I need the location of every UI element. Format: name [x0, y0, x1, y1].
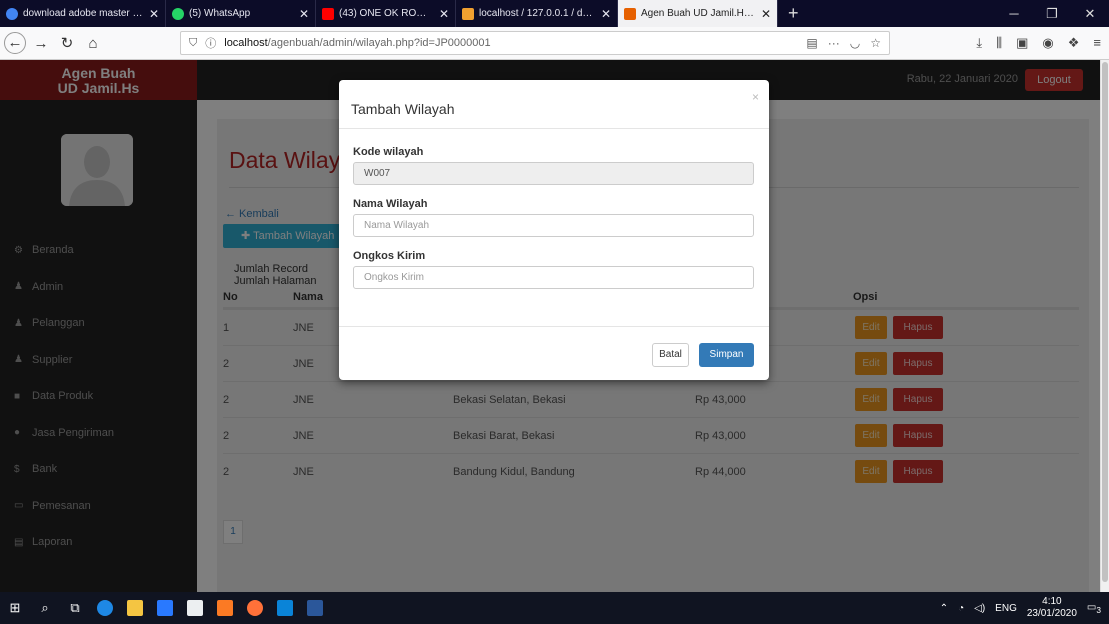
- modal-title: Tambah Wilayah: [351, 101, 455, 117]
- page-actions-icon[interactable]: ···: [828, 36, 840, 50]
- google-icon: [6, 7, 18, 20]
- nama-wilayah-input[interactable]: Nama Wilayah: [353, 214, 754, 237]
- close-tab-icon[interactable]: ✕: [601, 7, 611, 21]
- language-indicator[interactable]: ENG: [995, 603, 1017, 614]
- task-view-icon[interactable]: ⧉: [60, 592, 90, 624]
- store-icon[interactable]: [150, 592, 180, 624]
- browser-tab[interactable]: (5) WhatsApp ✕: [166, 0, 316, 27]
- menu-icon[interactable]: ≡: [1093, 35, 1101, 51]
- ongkos-kirim-label: Ongkos Kirim: [353, 250, 426, 262]
- account-icon[interactable]: ◉: [1042, 35, 1053, 51]
- search-icon[interactable]: ⌕: [30, 592, 60, 624]
- page-favicon-icon: [624, 7, 636, 20]
- reader-view-icon[interactable]: ▤: [806, 36, 817, 50]
- tray-chevron-icon[interactable]: ⌃: [940, 603, 948, 614]
- library-icon[interactable]: ⫼: [996, 35, 1002, 51]
- browser-tab[interactable]: localhost / 127.0.0.1 / db_agen ✕: [456, 0, 618, 27]
- youtube-icon: [322, 7, 334, 20]
- word-icon[interactable]: [300, 592, 330, 624]
- browser-tab[interactable]: download adobe master cs 3 f ✕: [0, 0, 166, 27]
- ongkos-kirim-input[interactable]: Ongkos Kirim: [353, 266, 754, 289]
- modal-header: Tambah Wilayah ×: [339, 80, 769, 129]
- close-tab-icon[interactable]: ✕: [149, 7, 159, 21]
- new-tab-button[interactable]: +: [778, 0, 809, 27]
- home-icon[interactable]: ⌂: [82, 35, 104, 52]
- browser-tab-bar: download adobe master cs 3 f ✕ (5) Whats…: [0, 0, 1109, 27]
- pocket-icon[interactable]: ◡: [850, 36, 860, 50]
- download-icon[interactable]: ⤓: [976, 35, 982, 51]
- windows-start-icon[interactable]: ⊞: [0, 592, 30, 624]
- clock[interactable]: 4:10 23/01/2020: [1027, 596, 1077, 620]
- whatsapp-icon: [172, 7, 184, 20]
- kode-wilayah-label: Kode wilayah: [353, 146, 424, 158]
- mail-icon[interactable]: [180, 592, 210, 624]
- extension-icon[interactable]: ❖: [1068, 35, 1080, 51]
- close-tab-icon[interactable]: ✕: [299, 7, 309, 21]
- browser-tab-active[interactable]: Agen Buah UD Jamil.Hs - Adm ✕: [618, 0, 778, 27]
- modal-footer: Batal Simpan: [339, 326, 769, 380]
- volume-icon[interactable]: ◁): [974, 603, 985, 614]
- sidebar-toggle-icon[interactable]: ▣: [1016, 35, 1028, 51]
- notification-icon[interactable]: ▭3: [1087, 602, 1101, 615]
- browser-nav-bar: ← → ↻ ⌂ ⛉ ⓘ localhost/agenbuah/admin/wil…: [0, 27, 1109, 60]
- url-text: localhost/agenbuah/admin/wilayah.php?id=…: [224, 37, 491, 49]
- cancel-button[interactable]: Batal: [652, 343, 689, 367]
- file-explorer-icon[interactable]: [120, 592, 150, 624]
- close-window-icon[interactable]: ✕: [1071, 0, 1109, 27]
- close-icon[interactable]: ×: [752, 90, 759, 104]
- vscode-icon[interactable]: [270, 592, 300, 624]
- info-icon: ⓘ: [205, 38, 217, 50]
- browser-tab[interactable]: (43) ONE OK ROCK - Where ✕: [316, 0, 456, 27]
- reload-icon[interactable]: ↻: [56, 34, 78, 52]
- restore-icon[interactable]: ❐: [1033, 0, 1071, 27]
- shield-icon: ⛉: [189, 36, 198, 49]
- xampp-icon[interactable]: [210, 592, 240, 624]
- firefox-icon[interactable]: [240, 592, 270, 624]
- windows-taskbar: ⊞ ⌕ ⧉ ⌃ ◔ ◁) ENG 4:10 23/01/2020 ▭3: [0, 592, 1109, 624]
- edge-icon[interactable]: [90, 592, 120, 624]
- network-icon[interactable]: ◔: [958, 603, 964, 614]
- phpmyadmin-icon: [462, 7, 474, 20]
- minimize-icon[interactable]: ─: [995, 0, 1033, 27]
- scrollbar-thumb[interactable]: [1102, 62, 1108, 582]
- nama-wilayah-label: Nama Wilayah: [353, 198, 428, 210]
- system-tray: ⌃ ◔ ◁) ENG 4:10 23/01/2020 ▭3: [940, 596, 1109, 620]
- page-scrollbar[interactable]: [1100, 60, 1109, 592]
- forward-arrow-icon[interactable]: →: [30, 35, 52, 52]
- kode-wilayah-field[interactable]: W007: [353, 162, 754, 185]
- save-button[interactable]: Simpan: [699, 343, 754, 367]
- window-controls: ─ ❐ ✕: [995, 0, 1109, 27]
- back-arrow-icon[interactable]: ←: [4, 32, 26, 54]
- page-viewport: Agen Buah UD Jamil.Hs ⚙Beranda ♟Admin ♟P…: [0, 60, 1100, 592]
- url-bar[interactable]: ⛉ ⓘ localhost/agenbuah/admin/wilayah.php…: [180, 31, 890, 55]
- bookmark-star-icon[interactable]: ☆: [870, 36, 881, 50]
- close-tab-icon[interactable]: ✕: [761, 7, 771, 21]
- add-wilayah-modal: Tambah Wilayah × Kode wilayah W007 Nama …: [339, 80, 769, 380]
- close-tab-icon[interactable]: ✕: [439, 7, 449, 21]
